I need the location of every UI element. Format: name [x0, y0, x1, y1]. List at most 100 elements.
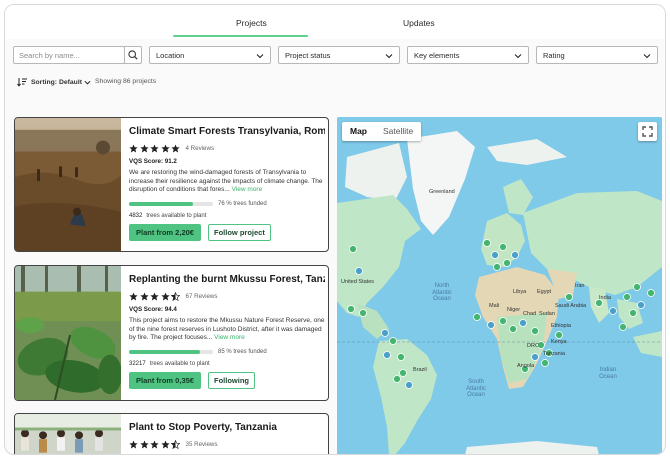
trees-available: 32217 trees available to plant [129, 361, 325, 367]
project-status-select[interactable]: Project status [278, 46, 400, 64]
description-text: We are restoring the wind-damaged forest… [129, 169, 323, 194]
following-button[interactable]: Following [208, 372, 255, 389]
map-label-south-atlantic: South Atlantic Ocean [466, 379, 486, 398]
plant-button[interactable]: Plant from 2,20€ [129, 224, 201, 241]
star-half-icon [171, 439, 180, 449]
star-icon [129, 143, 138, 152]
card-actions: Plant from 0,35€ Following [129, 372, 325, 389]
progress-bar [129, 350, 213, 354]
chevron-down-icon [256, 54, 264, 59]
star-icon [160, 291, 170, 300]
rating-stars: 35 Reviews [129, 439, 325, 449]
sorting-dropdown[interactable]: Sorting: Default [17, 77, 91, 87]
fullscreen-button[interactable] [638, 122, 657, 141]
star-icon [139, 291, 149, 300]
progress-fill [129, 202, 193, 206]
map-label-kenya: Kenya [551, 339, 567, 345]
project-image [15, 266, 121, 400]
project-card[interactable]: Replanting the burnt Mkussu Forest, Tanz… [14, 265, 329, 401]
rating-select-label: Rating [543, 51, 565, 60]
map-label-brazil: Brazil [413, 367, 427, 373]
star-icon [150, 291, 159, 300]
plant-button[interactable]: Plant from 0,35€ [129, 372, 201, 389]
map-label-mali: Mali [489, 303, 500, 309]
star-icon [160, 143, 170, 152]
rating-stars: 4 Reviews [129, 143, 325, 153]
project-count: Showing 86 projects [95, 78, 157, 85]
map-label-greenland: Greenland [429, 189, 455, 195]
map-label-niger: Niger [507, 307, 521, 313]
key-elements-select[interactable]: Key elements [407, 46, 529, 64]
trees-label: trees available to plant [149, 361, 210, 367]
tab-updates[interactable]: Updates [403, 18, 435, 28]
tab-projects[interactable]: Projects [236, 18, 267, 28]
map-label-iran: Iran [575, 283, 585, 289]
follow-button[interactable]: Follow project [208, 224, 271, 241]
star-icon [129, 439, 138, 448]
project-image [15, 118, 121, 251]
star-icon [150, 143, 159, 152]
location-select-label: Location [156, 51, 185, 60]
trees-count: 4832 [129, 213, 143, 219]
funded-label: 76 % trees funded [218, 201, 267, 207]
trees-available: 4832 trees available to plant [129, 213, 325, 219]
star-icon [129, 291, 138, 300]
view-more-link[interactable]: View more [232, 186, 263, 193]
project-status-select-label: Project status [285, 51, 331, 60]
sort-icon [17, 78, 27, 87]
rating-select[interactable]: Rating [536, 46, 658, 64]
map-label-ethiopia: Ethiopia [551, 323, 571, 329]
map-label-indian: Indian Ocean [599, 367, 617, 380]
project-title[interactable]: Plant to Stop Poverty, Tanzania [129, 422, 325, 433]
search-button[interactable] [124, 46, 142, 64]
map-label-drc: DRC [527, 343, 539, 349]
chevron-down-icon [385, 54, 393, 59]
trees-label: trees available to plant [146, 213, 207, 219]
view-more-link[interactable]: View more [214, 334, 245, 341]
map-label-united-states: United States [341, 279, 375, 285]
trees-count: 32217 [129, 361, 146, 367]
star-half-icon [171, 291, 180, 301]
map-view-button[interactable]: Map [342, 122, 375, 141]
map-label-egypt: Egypt [537, 289, 552, 295]
project-card[interactable]: Plant to Stop Poverty, Tanzania 35 Revie… [14, 413, 329, 454]
sorting-label: Sorting: [31, 78, 58, 86]
review-count[interactable]: 4 Reviews [186, 145, 215, 152]
key-elements-select-label: Key elements [414, 51, 460, 60]
search-icon [128, 50, 138, 60]
vqs-score: VQS Score: 94.4 [129, 306, 177, 313]
project-description: This project aims to restore the Mkussu … [129, 317, 325, 343]
star-icon [150, 439, 159, 448]
map-label-north-atlantic: North Atlantic Ocean [432, 283, 452, 302]
star-icon [139, 439, 149, 448]
project-card[interactable]: Climate Smart Forests Transylvania, Roma… [14, 117, 329, 252]
progress-fill [129, 350, 201, 354]
project-card-body: Replanting the burnt Mkussu Forest, Tanz… [129, 274, 325, 389]
rating-stars: 67 Reviews [129, 291, 325, 301]
funding-progress: 85 % trees funded [129, 348, 325, 356]
map-label-chad: Chad [523, 311, 537, 317]
chevron-down-icon [84, 80, 91, 85]
search-input[interactable] [13, 46, 125, 64]
sorting-value: Default [58, 78, 82, 86]
satellite-view-button[interactable]: Satellite [375, 122, 421, 141]
project-image [15, 414, 121, 454]
star-icon [160, 439, 170, 448]
map-label-angola: Angola [517, 363, 535, 369]
project-title[interactable]: Replanting the burnt Mkussu Forest, Tanz… [129, 274, 325, 285]
star-icon [171, 143, 180, 152]
map-label-india: India [599, 295, 611, 301]
location-select[interactable]: Location [149, 46, 271, 64]
project-card-body: Climate Smart Forests Transylvania, Roma… [129, 126, 325, 241]
projects-map[interactable]: Greenland United States North Atlantic O… [337, 117, 662, 455]
funding-progress: 76 % trees funded [129, 200, 325, 208]
map-label-saudi: Saudi Arabia [555, 303, 587, 309]
review-count[interactable]: 35 Reviews [186, 441, 218, 448]
world-map[interactable] [337, 117, 662, 455]
project-description: We are restoring the wind-damaged forest… [129, 169, 325, 195]
map-type-toggle: Map Satellite [342, 122, 422, 141]
active-tab-indicator [173, 35, 308, 37]
review-count[interactable]: 67 Reviews [186, 293, 218, 300]
chevron-down-icon [514, 54, 522, 59]
project-title[interactable]: Climate Smart Forests Transylvania, Roma… [129, 126, 325, 137]
